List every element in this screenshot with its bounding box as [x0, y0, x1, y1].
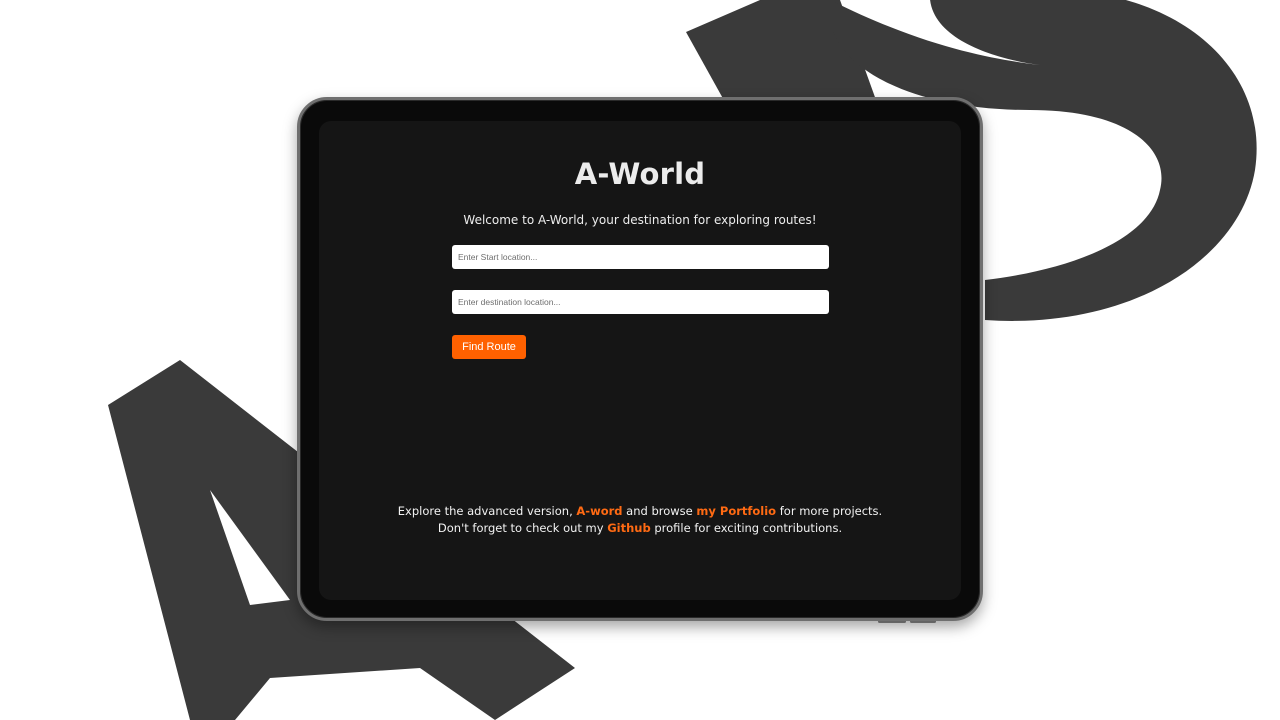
- tablet-frame: A-World Welcome to A-World, your destina…: [297, 97, 983, 621]
- footer-line-1: Explore the advanced version, A-word and…: [319, 503, 961, 520]
- destination-location-input[interactable]: [452, 290, 829, 314]
- footer-line-2: Don't forget to check out my Github prof…: [319, 520, 961, 537]
- find-route-button[interactable]: Find Route: [452, 335, 526, 359]
- footer-text: Don't forget to check out my: [437, 521, 604, 535]
- start-location-input[interactable]: [452, 245, 829, 269]
- welcome-text: Welcome to A-World, your destination for…: [463, 213, 817, 227]
- footer-text: Explore the advanced version,: [397, 504, 573, 518]
- a-word-link[interactable]: A-word: [576, 504, 622, 518]
- footer-text: profile for exciting contributions.: [654, 521, 843, 535]
- footer-text: for more projects.: [779, 504, 883, 518]
- github-link[interactable]: Github: [607, 521, 650, 535]
- page-title: A-World: [574, 157, 706, 191]
- footer-text: and browse: [626, 504, 693, 518]
- footer: Explore the advanced version, A-word and…: [319, 503, 961, 537]
- portfolio-link[interactable]: my Portfolio: [696, 504, 776, 518]
- app-screen: A-World Welcome to A-World, your destina…: [319, 121, 961, 600]
